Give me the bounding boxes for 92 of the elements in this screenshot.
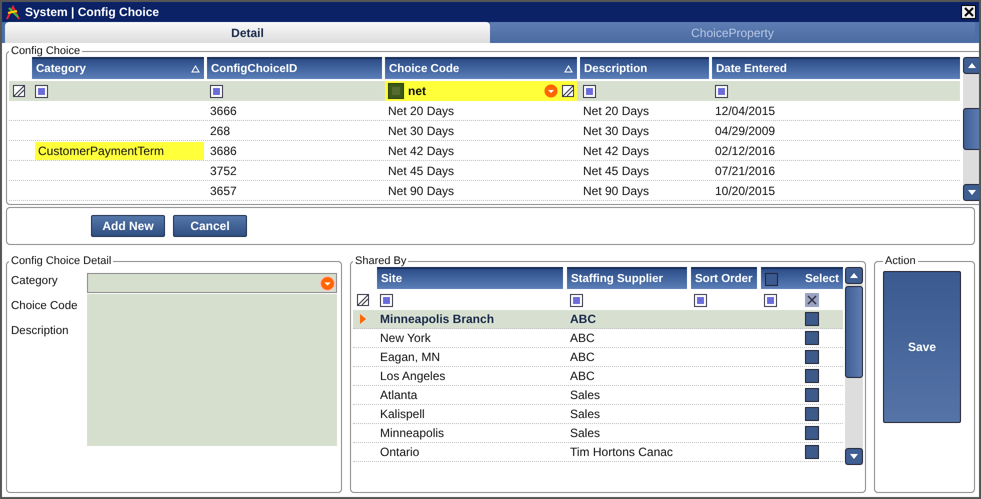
column-header[interactable]: Description xyxy=(580,57,709,79)
filter-operator-button[interactable] xyxy=(715,84,728,98)
table-cell-text: Net 42 Days xyxy=(387,144,456,158)
table-cell-text: 12/04/2015 xyxy=(714,104,776,118)
group-title: Shared By xyxy=(354,255,408,267)
filter-operator-button[interactable] xyxy=(380,294,393,306)
column-header[interactable]: Select xyxy=(761,267,843,289)
table-cell-text: Net 90 Days xyxy=(582,184,650,198)
checkbox[interactable] xyxy=(805,445,819,459)
column-header[interactable]: Staffing Supplier xyxy=(567,267,687,289)
checkbox[interactable] xyxy=(805,369,819,383)
column-header[interactable]: ConfigChoiceID xyxy=(207,57,382,79)
table-cell-text: 3666 xyxy=(209,104,238,118)
table-cell-text: ABC xyxy=(569,369,596,383)
scroll-down-icon[interactable] xyxy=(968,190,976,195)
table-cell-text: Net 20 Days xyxy=(582,104,650,118)
filter-clear-icon[interactable] xyxy=(562,85,574,97)
filter-clear-icon[interactable] xyxy=(357,294,369,306)
input-field[interactable] xyxy=(87,294,337,446)
table-cell-text: Atlanta xyxy=(379,388,418,402)
category-dropdown[interactable] xyxy=(87,273,337,293)
group-title: Config Choice Detail xyxy=(10,255,112,267)
checkbox[interactable] xyxy=(805,331,819,345)
table-cell-text: Net 90 Days xyxy=(387,184,456,198)
save-button[interactable]: Save xyxy=(883,271,961,423)
checkbox[interactable] xyxy=(805,426,819,440)
checkbox[interactable] xyxy=(805,388,819,402)
table-cell-text: 07/21/2016 xyxy=(714,164,776,178)
group-title: Action xyxy=(884,255,917,267)
scroll-up-icon[interactable] xyxy=(968,63,976,68)
close-icon xyxy=(964,7,974,17)
table-cell-text: Minneapolis Branch xyxy=(379,312,496,326)
table-cell-text: New York xyxy=(379,331,432,345)
current-row-icon xyxy=(360,314,366,324)
table-cell-text: Net 30 Days xyxy=(387,124,456,138)
table-cell-text: ABC xyxy=(569,331,596,345)
table-cell-text: 02/12/2016 xyxy=(714,144,776,158)
table-cell-text: Net 20 Days xyxy=(387,104,456,118)
filter-operator-button[interactable] xyxy=(583,84,596,98)
clear-icon[interactable] xyxy=(805,293,819,307)
table-cell-text: 3657 xyxy=(209,184,238,198)
window-title: System | Config Choice xyxy=(25,5,160,19)
table-cell-text: Net 45 Days xyxy=(387,164,456,178)
checkbox[interactable] xyxy=(805,407,819,421)
scrollbar[interactable] xyxy=(845,267,863,465)
scroll-down-icon[interactable] xyxy=(850,454,858,459)
table-cell-text: Eagan, MN xyxy=(379,350,442,364)
table-cell-text: ABC xyxy=(569,350,596,364)
table-cell-text: ABC xyxy=(569,312,597,326)
table-cell-text: Tim Hortons Canac xyxy=(569,445,674,459)
table-cell-text: Net 30 Days xyxy=(582,124,650,138)
action-button[interactable]: Cancel xyxy=(173,215,247,237)
column-header[interactable]: Choice Code xyxy=(385,57,577,79)
table-cell-text: 268 xyxy=(209,124,232,138)
column-header[interactable]: Category xyxy=(32,57,204,79)
field-label: Choice Code xyxy=(11,300,77,312)
scrollbar[interactable] xyxy=(963,57,979,201)
table-cell-text: Minneapolis xyxy=(379,426,446,440)
table-cell-text: 04/29/2009 xyxy=(714,124,776,138)
app-icon xyxy=(5,4,21,20)
table-cell-text: Kalispell xyxy=(379,407,426,421)
filter-operator-button[interactable] xyxy=(35,84,48,98)
field-label: Category xyxy=(11,275,59,287)
close-button[interactable] xyxy=(961,5,976,19)
checkbox[interactable] xyxy=(805,312,819,326)
action-button[interactable]: Add New xyxy=(91,215,165,237)
table-cell-text: Net 45 Days xyxy=(582,164,650,178)
table-cell-text: Sales xyxy=(569,407,602,421)
column-header[interactable]: Site xyxy=(377,267,563,289)
table-cell-text: 10/20/2015 xyxy=(714,184,776,198)
group-label: CustomerPaymentTerm xyxy=(35,142,204,160)
scroll-up-icon[interactable] xyxy=(850,273,858,278)
filter-operator-button[interactable] xyxy=(694,294,707,306)
column-header[interactable]: Sort Order xyxy=(691,267,757,289)
select-all-checkbox[interactable] xyxy=(765,272,778,286)
table-cell-text: Sales xyxy=(569,388,602,402)
field-label: Description xyxy=(11,325,70,337)
dropdown-icon[interactable] xyxy=(320,276,335,290)
filter-operator-button[interactable] xyxy=(764,294,777,306)
column-header[interactable]: Date Entered xyxy=(712,57,960,79)
table-cell-text: 3752 xyxy=(209,164,238,178)
filter-operator-button[interactable] xyxy=(570,294,583,306)
table-cell-text: Net 42 Days xyxy=(582,144,650,158)
table-cell-text: Los Angeles xyxy=(379,369,446,383)
table-cell-text: 3686 xyxy=(209,144,238,158)
filter-operator-button[interactable] xyxy=(210,84,223,98)
filter-clear-icon[interactable] xyxy=(13,85,25,97)
tab[interactable]: Detail xyxy=(5,22,490,43)
checkbox[interactable] xyxy=(805,350,819,364)
group-title: Config Choice xyxy=(10,45,82,57)
table-cell-text: Ontario xyxy=(379,445,420,459)
table-cell-text: Sales xyxy=(569,426,602,440)
